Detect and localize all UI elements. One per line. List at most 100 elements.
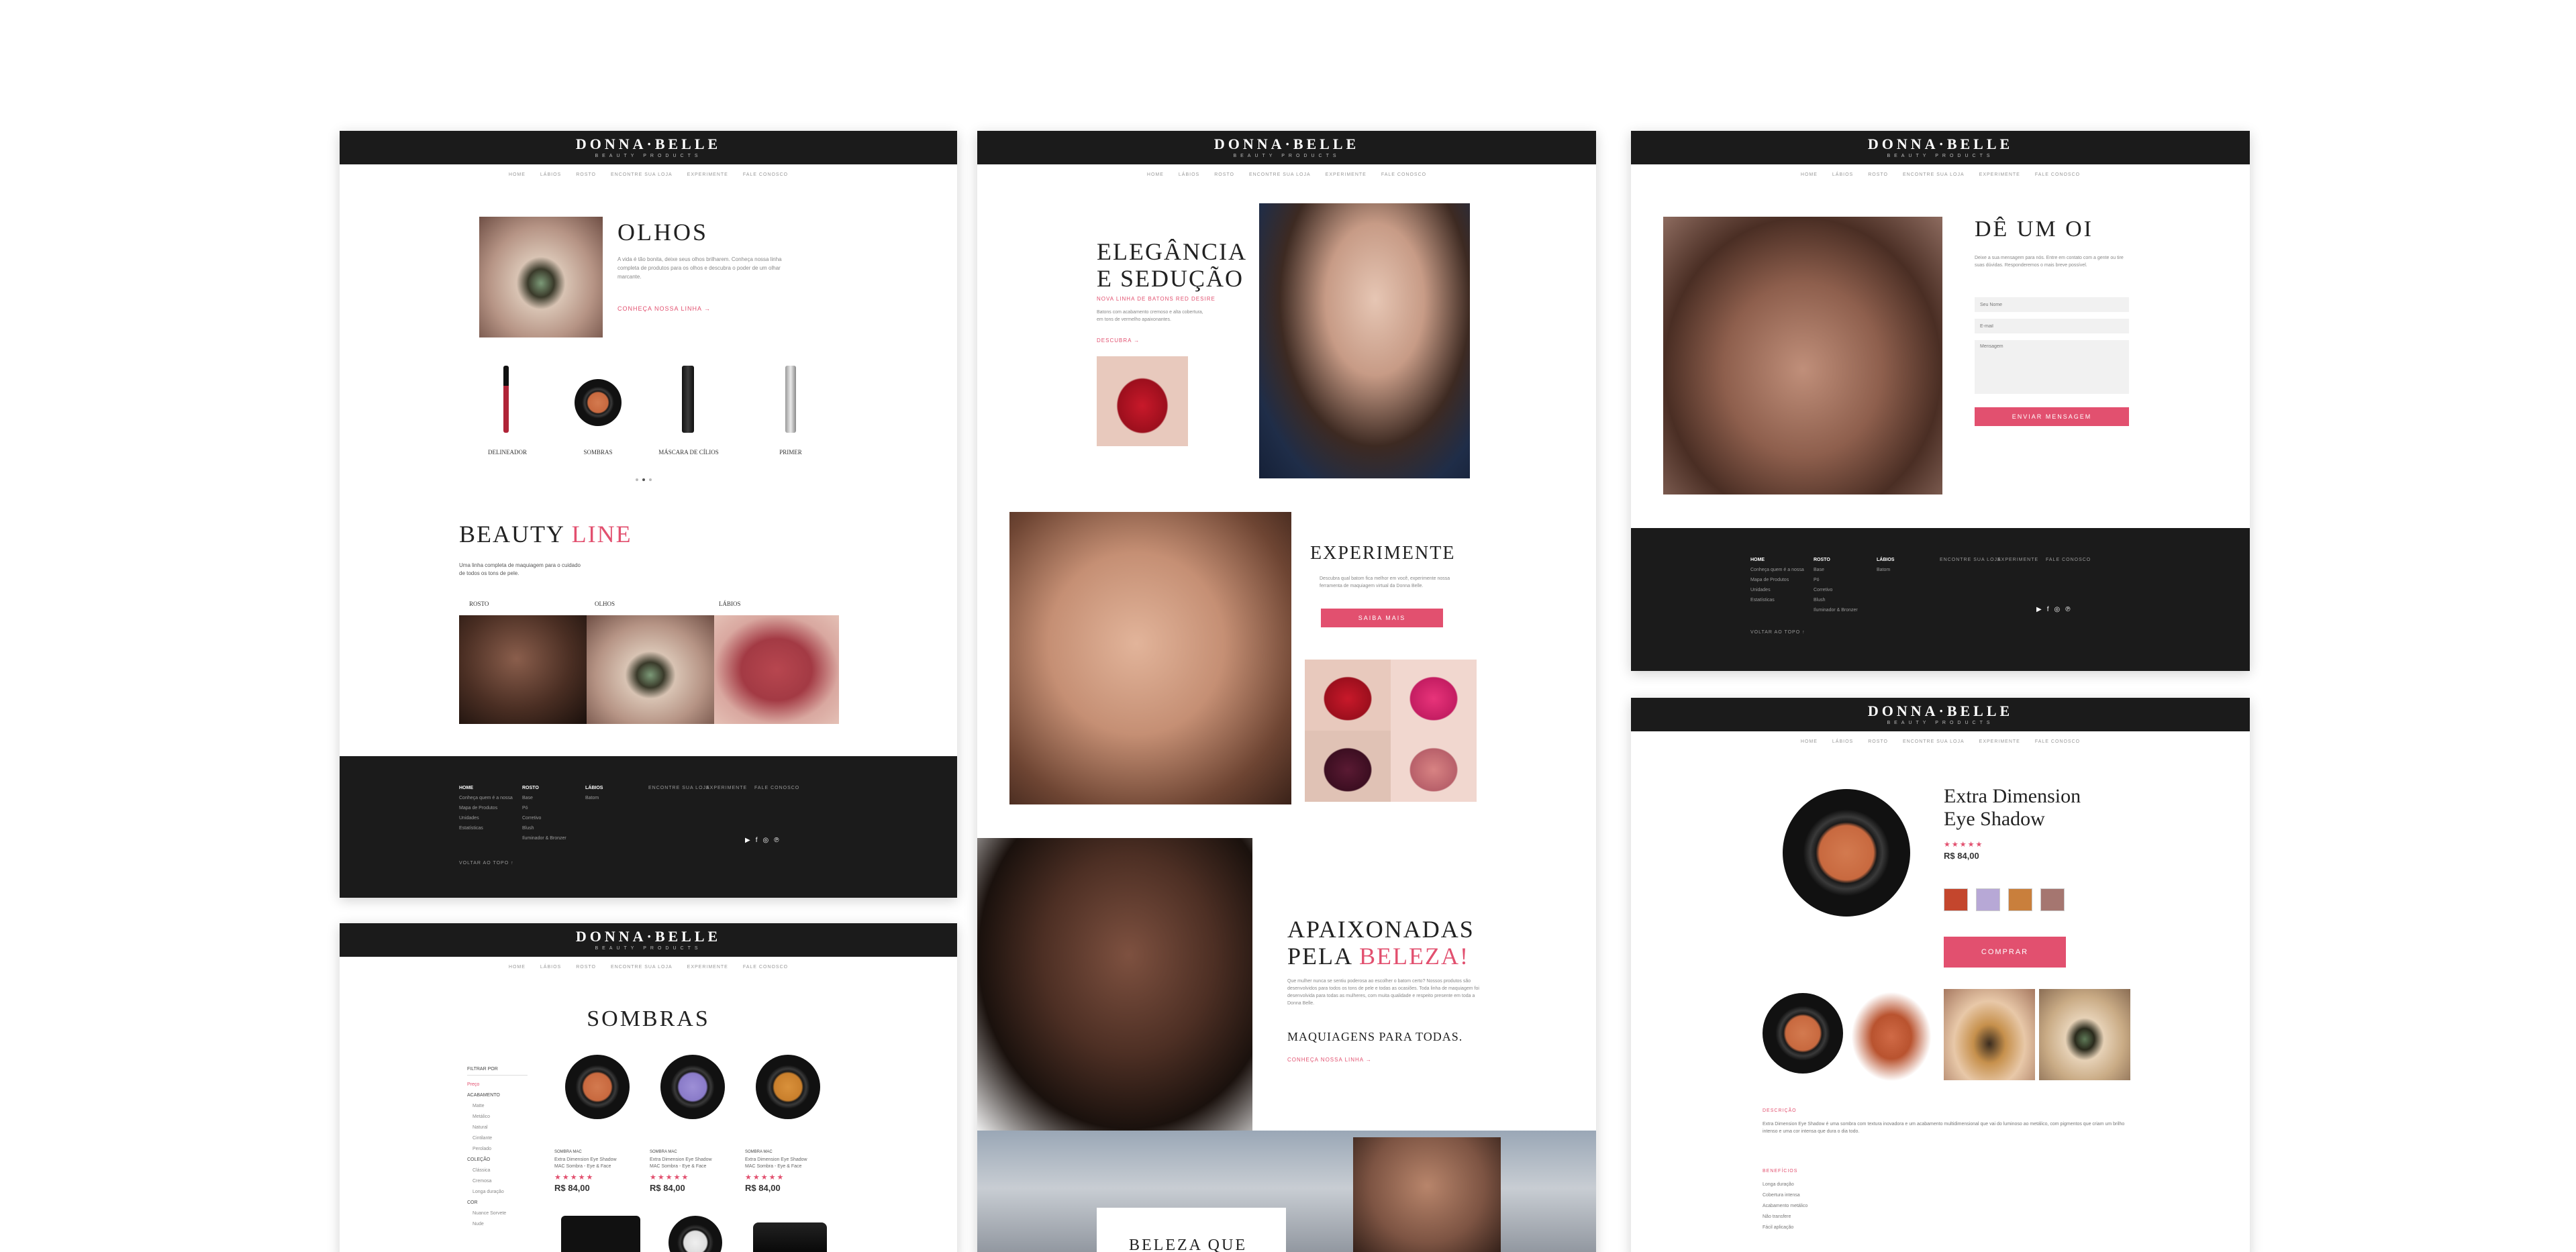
lip-swatch-nude[interactable] — [1391, 731, 1477, 802]
brand-logo[interactable]: DONNA·BELLE — [576, 929, 721, 944]
footer-link[interactable]: Mapa de Produtos — [1750, 575, 1804, 585]
filter-item[interactable]: Cintilante — [467, 1133, 528, 1144]
delineador-label[interactable]: DELINEADOR — [477, 449, 538, 456]
footer-link[interactable]: Iluminador & Bronzer — [1814, 605, 1858, 615]
swatch-red[interactable] — [1944, 888, 1968, 911]
footer-link[interactable]: Estatísticas — [1750, 595, 1804, 605]
apaixonadas-link[interactable]: CONHEÇA NOSSA LINHA → — [1287, 1057, 1372, 1063]
message-field[interactable] — [1975, 340, 2129, 394]
nav-contato[interactable]: FALE CONOSCO — [2035, 739, 2080, 744]
footer-head-rosto[interactable]: ROSTO — [1814, 555, 1858, 565]
nav-loja[interactable]: ENCONTRE SUA LOJA — [1249, 172, 1311, 177]
saiba-mais-button[interactable]: SAIBA MAIS — [1321, 609, 1443, 627]
nav-contato[interactable]: FALE CONOSCO — [2035, 172, 2080, 177]
product-name[interactable]: Extra Dimension Eye Shadow MAC Sombra - … — [650, 1157, 724, 1170]
nav-labios[interactable]: LÁBIOS — [1832, 172, 1853, 177]
footer-link-experimente[interactable]: EXPERIMENTE — [1997, 558, 2038, 562]
lip-swatch-red[interactable] — [1305, 660, 1391, 731]
footer-link[interactable]: Unidades — [1750, 585, 1804, 595]
footer-link[interactable]: Blush — [1814, 595, 1858, 605]
swatch-mauve[interactable] — [2040, 888, 2065, 911]
brand-logo[interactable]: DONNA·BELLE — [1868, 704, 2013, 719]
footer-link[interactable]: Corretivo — [522, 813, 566, 823]
carousel-dots[interactable] — [636, 478, 652, 481]
filter-item[interactable]: Perolado — [467, 1144, 528, 1155]
comprar-button[interactable]: COMPRAR — [1944, 937, 2066, 968]
primer-label[interactable]: PRIMER — [771, 449, 811, 456]
footer-link[interactable]: Corretivo — [1814, 585, 1858, 595]
thumb-eye-gold[interactable] — [1944, 989, 2035, 1080]
nav-rosto[interactable]: ROSTO — [576, 965, 596, 970]
footer-link-contato[interactable]: FALE CONOSCO — [2046, 558, 2091, 562]
nav-home[interactable]: HOME — [1801, 172, 1818, 177]
nav-loja[interactable]: ENCONTRE SUA LOJA — [1903, 739, 1965, 744]
swatch-lilac[interactable] — [1976, 888, 2000, 911]
nav-home[interactable]: HOME — [509, 172, 526, 177]
mascara-product[interactable] — [682, 366, 694, 433]
footer-link[interactable]: Pó — [522, 803, 566, 813]
cat-rosto-label[interactable]: ROSTO — [469, 601, 489, 607]
name-field[interactable] — [1975, 297, 2129, 312]
instagram-icon[interactable]: ◎ — [762, 837, 769, 844]
nav-contato[interactable]: FALE CONOSCO — [743, 172, 788, 177]
filter-item[interactable]: Cremosa — [467, 1176, 528, 1187]
send-message-button[interactable]: ENVIAR MENSAGEM — [1975, 407, 2129, 426]
footer-link[interactable]: Batom — [585, 793, 603, 803]
footer-link-contato[interactable]: FALE CONOSCO — [754, 786, 799, 790]
cat-olhos-label[interactable]: OLHOS — [595, 601, 615, 607]
product-card[interactable]: SOMBRA MAC Extra Dimension Eye Shadow MA… — [554, 1150, 642, 1193]
nav-experimente[interactable]: EXPERIMENTE — [1979, 172, 2020, 177]
cat-olhos-image[interactable] — [587, 615, 714, 724]
thumb-eye-green[interactable] — [2039, 989, 2130, 1080]
cat-labios-label[interactable]: LÁBIOS — [719, 601, 741, 607]
footer-head-home[interactable]: HOME — [459, 783, 513, 793]
email-field[interactable] — [1975, 319, 2129, 333]
product-name[interactable]: Extra Dimension Eye Shadow MAC Sombra - … — [745, 1157, 819, 1170]
brand-logo[interactable]: DONNA·BELLE — [1868, 137, 2013, 152]
cat-rosto-image[interactable] — [459, 615, 587, 724]
sombras-product[interactable] — [575, 379, 622, 426]
filter-item[interactable]: Nude — [467, 1219, 528, 1230]
footer-link[interactable]: Batom — [1877, 565, 1894, 575]
filter-item[interactable]: Clássica — [467, 1165, 528, 1176]
filter-item[interactable]: Nuance Sorvete — [467, 1208, 528, 1219]
nav-loja[interactable]: ENCONTRE SUA LOJA — [611, 965, 673, 970]
footer-link-loja[interactable]: ENCONTRE SUA LOJA — [1940, 558, 2001, 562]
footer-link[interactable]: Conheça quem é a nossa — [1750, 565, 1804, 575]
footer-link[interactable]: Base — [1814, 565, 1858, 575]
palette-product-image[interactable] — [561, 1216, 640, 1252]
nav-experimente[interactable]: EXPERIMENTE — [687, 965, 728, 970]
footer-head-labios[interactable]: LÁBIOS — [1877, 555, 1894, 565]
back-to-top-link[interactable]: VOLTAR AO TOPO ↑ — [1750, 630, 1805, 635]
nav-rosto[interactable]: ROSTO — [1868, 739, 1888, 744]
footer-link[interactable]: Blush — [522, 823, 566, 833]
footer-link[interactable]: Estatísticas — [459, 823, 513, 833]
back-to-top-link[interactable]: VOLTAR AO TOPO ↑ — [459, 861, 514, 866]
nav-loja[interactable]: ENCONTRE SUA LOJA — [1903, 172, 1965, 177]
jar-product-image[interactable] — [753, 1222, 827, 1252]
nav-rosto[interactable]: ROSTO — [1214, 172, 1234, 177]
brand-logo[interactable]: DONNA·BELLE — [576, 137, 721, 152]
mascara-label[interactable]: MÁSCARA DE CÍLIOS — [652, 449, 726, 456]
footer-head-labios[interactable]: LÁBIOS — [585, 783, 603, 793]
olhos-link[interactable]: CONHEÇA NOSSA LINHA → — [617, 305, 711, 312]
cat-labios-image[interactable] — [714, 615, 839, 724]
facebook-icon[interactable]: f — [756, 837, 758, 844]
product-main-image[interactable] — [1783, 789, 1910, 917]
pinterest-icon[interactable]: ℗ — [774, 837, 779, 844]
footer-link[interactable]: Iluminador & Bronzer — [522, 833, 566, 843]
nav-home[interactable]: HOME — [1801, 739, 1818, 744]
filter-item[interactable]: Longa duração — [467, 1187, 528, 1198]
nav-labios[interactable]: LÁBIOS — [540, 965, 561, 970]
footer-link[interactable]: Mapa de Produtos — [459, 803, 513, 813]
delineador-product[interactable] — [503, 366, 509, 433]
pinterest-icon[interactable]: ℗ — [2065, 606, 2070, 613]
footer-link[interactable]: Base — [522, 793, 566, 803]
youtube-icon[interactable]: ▶ — [2036, 606, 2042, 613]
lip-swatch-pink[interactable] — [1391, 660, 1477, 731]
nav-experimente[interactable]: EXPERIMENTE — [687, 172, 728, 177]
filter-item[interactable]: Natural — [467, 1123, 528, 1133]
youtube-icon[interactable]: ▶ — [745, 837, 750, 844]
product-card-image[interactable] — [668, 1216, 722, 1252]
nav-labios[interactable]: LÁBIOS — [1179, 172, 1199, 177]
